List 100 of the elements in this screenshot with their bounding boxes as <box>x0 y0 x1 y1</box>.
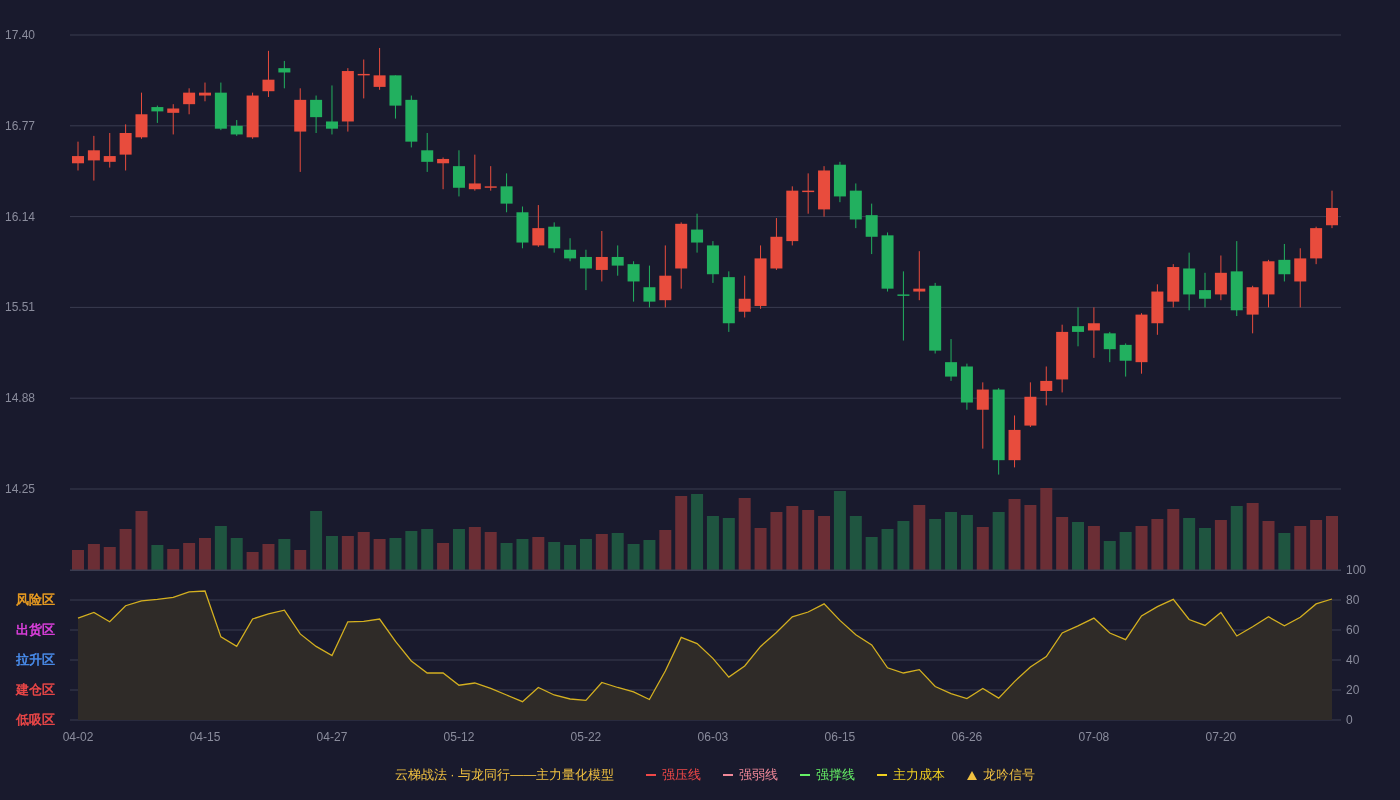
candlestick <box>357 59 370 99</box>
candlestick <box>199 82 211 102</box>
candlestick <box>405 95 418 148</box>
candlestick <box>103 132 116 169</box>
candlestick <box>548 221 561 254</box>
candlestick <box>326 84 338 135</box>
candlestick <box>468 154 481 192</box>
candlestick <box>564 237 577 262</box>
candlestick <box>897 270 910 342</box>
axis-tick-label: 06-15 <box>824 730 856 744</box>
candlestick <box>595 230 608 282</box>
candlestick <box>1199 272 1211 308</box>
axis-tick-label: 15.51 <box>5 300 36 315</box>
axis-tick-label: 16.77 <box>5 118 36 133</box>
candlestick <box>1024 381 1037 428</box>
candlestick <box>960 363 973 411</box>
candlestick <box>1008 415 1021 468</box>
candlestick <box>1278 243 1291 282</box>
axis-tick-label: 05-22 <box>570 730 602 744</box>
zone-label: 拉升区 <box>16 652 55 667</box>
zone-label: 建仓区 <box>16 682 55 697</box>
candlestick <box>373 47 386 91</box>
candlestick <box>421 132 434 173</box>
candlestick <box>341 67 354 133</box>
legend-title: 云梯战法 · 与龙同行——主力量化模型 <box>394 766 615 784</box>
candlestick <box>611 244 624 277</box>
candlestick <box>1310 226 1323 265</box>
candlestick <box>437 157 450 190</box>
candlestick <box>278 60 291 89</box>
zone-label: 出货区 <box>16 622 55 637</box>
zone-label: 风险区 <box>16 592 55 607</box>
axis-tick-label: 80 <box>1346 593 1360 607</box>
candlestick <box>929 282 942 354</box>
candlestick <box>722 270 735 333</box>
axis-tick-label: 100 <box>1346 563 1367 577</box>
candlestick <box>865 203 878 255</box>
legend-label[interactable]: 强压线 <box>662 766 702 784</box>
axis-tick-label: 14.25 <box>5 482 36 496</box>
candlestick <box>167 103 180 135</box>
candlestick <box>1167 263 1180 308</box>
candlestick <box>976 381 989 450</box>
axis-tick-label: 17.40 <box>5 28 36 42</box>
legend-label[interactable]: 强弱线 <box>739 766 779 784</box>
candlestick <box>1103 331 1116 363</box>
candlestick <box>945 338 958 382</box>
candlestick <box>675 221 688 290</box>
candlestick <box>818 165 831 218</box>
axis-tick-label: 20 <box>1346 683 1360 697</box>
candlestick <box>706 240 719 284</box>
candlestick <box>627 260 640 303</box>
candlestick <box>230 119 243 137</box>
candlestick <box>1087 306 1100 359</box>
candlestick <box>262 50 275 98</box>
candlestick <box>119 123 132 171</box>
axis-tick-label: 40 <box>1346 653 1360 667</box>
axis-tick-label: 14.88 <box>5 391 36 406</box>
candlestick <box>389 74 402 120</box>
candlestick <box>786 185 799 246</box>
legend-label[interactable]: 主力成本 <box>893 766 946 784</box>
candlestick <box>770 217 783 271</box>
candlestick <box>72 141 84 171</box>
candlestick <box>246 92 259 140</box>
candlestick <box>1135 312 1148 375</box>
candlestick <box>87 135 100 182</box>
axis-tick-label: 07-20 <box>1205 730 1237 744</box>
candlestick <box>691 213 704 254</box>
candlestick <box>310 95 323 134</box>
zone-label: 低吸区 <box>16 712 55 727</box>
candlestick <box>881 231 894 293</box>
candlestick <box>1056 324 1069 393</box>
candlestick <box>1326 190 1338 229</box>
axis-tick-label: 16.14 <box>5 209 36 224</box>
legend-label[interactable]: 强撑线 <box>816 766 856 784</box>
candlestick <box>849 182 862 229</box>
candlestick <box>484 165 497 192</box>
candlestick <box>151 105 164 124</box>
candlestick <box>1040 366 1053 406</box>
candlestick <box>833 161 846 203</box>
candlestick <box>738 275 751 318</box>
candlestick <box>643 265 656 308</box>
candlestick <box>1119 342 1132 378</box>
candlestick <box>802 172 815 215</box>
candlestick <box>1246 285 1259 334</box>
axis-tick-label: 06-26 <box>951 730 983 744</box>
candlestick <box>1294 247 1307 308</box>
candlestick <box>532 204 545 248</box>
candlestick <box>1183 252 1196 311</box>
candlestick <box>579 249 592 291</box>
candlestick <box>1151 283 1164 336</box>
candlestick <box>659 244 672 308</box>
legend-label[interactable]: 龙吟信号 <box>983 766 1036 784</box>
candlestick <box>500 172 513 213</box>
axis-tick-label: 04-27 <box>316 730 348 744</box>
candlestick <box>754 244 767 310</box>
candlestick <box>913 250 926 301</box>
candlestick <box>214 82 227 131</box>
candlestick <box>135 92 148 140</box>
axis-tick-label: 0 <box>1346 713 1353 727</box>
axis-tick-label: 07-08 <box>1078 730 1110 744</box>
axis-tick-label: 04-15 <box>189 730 221 744</box>
